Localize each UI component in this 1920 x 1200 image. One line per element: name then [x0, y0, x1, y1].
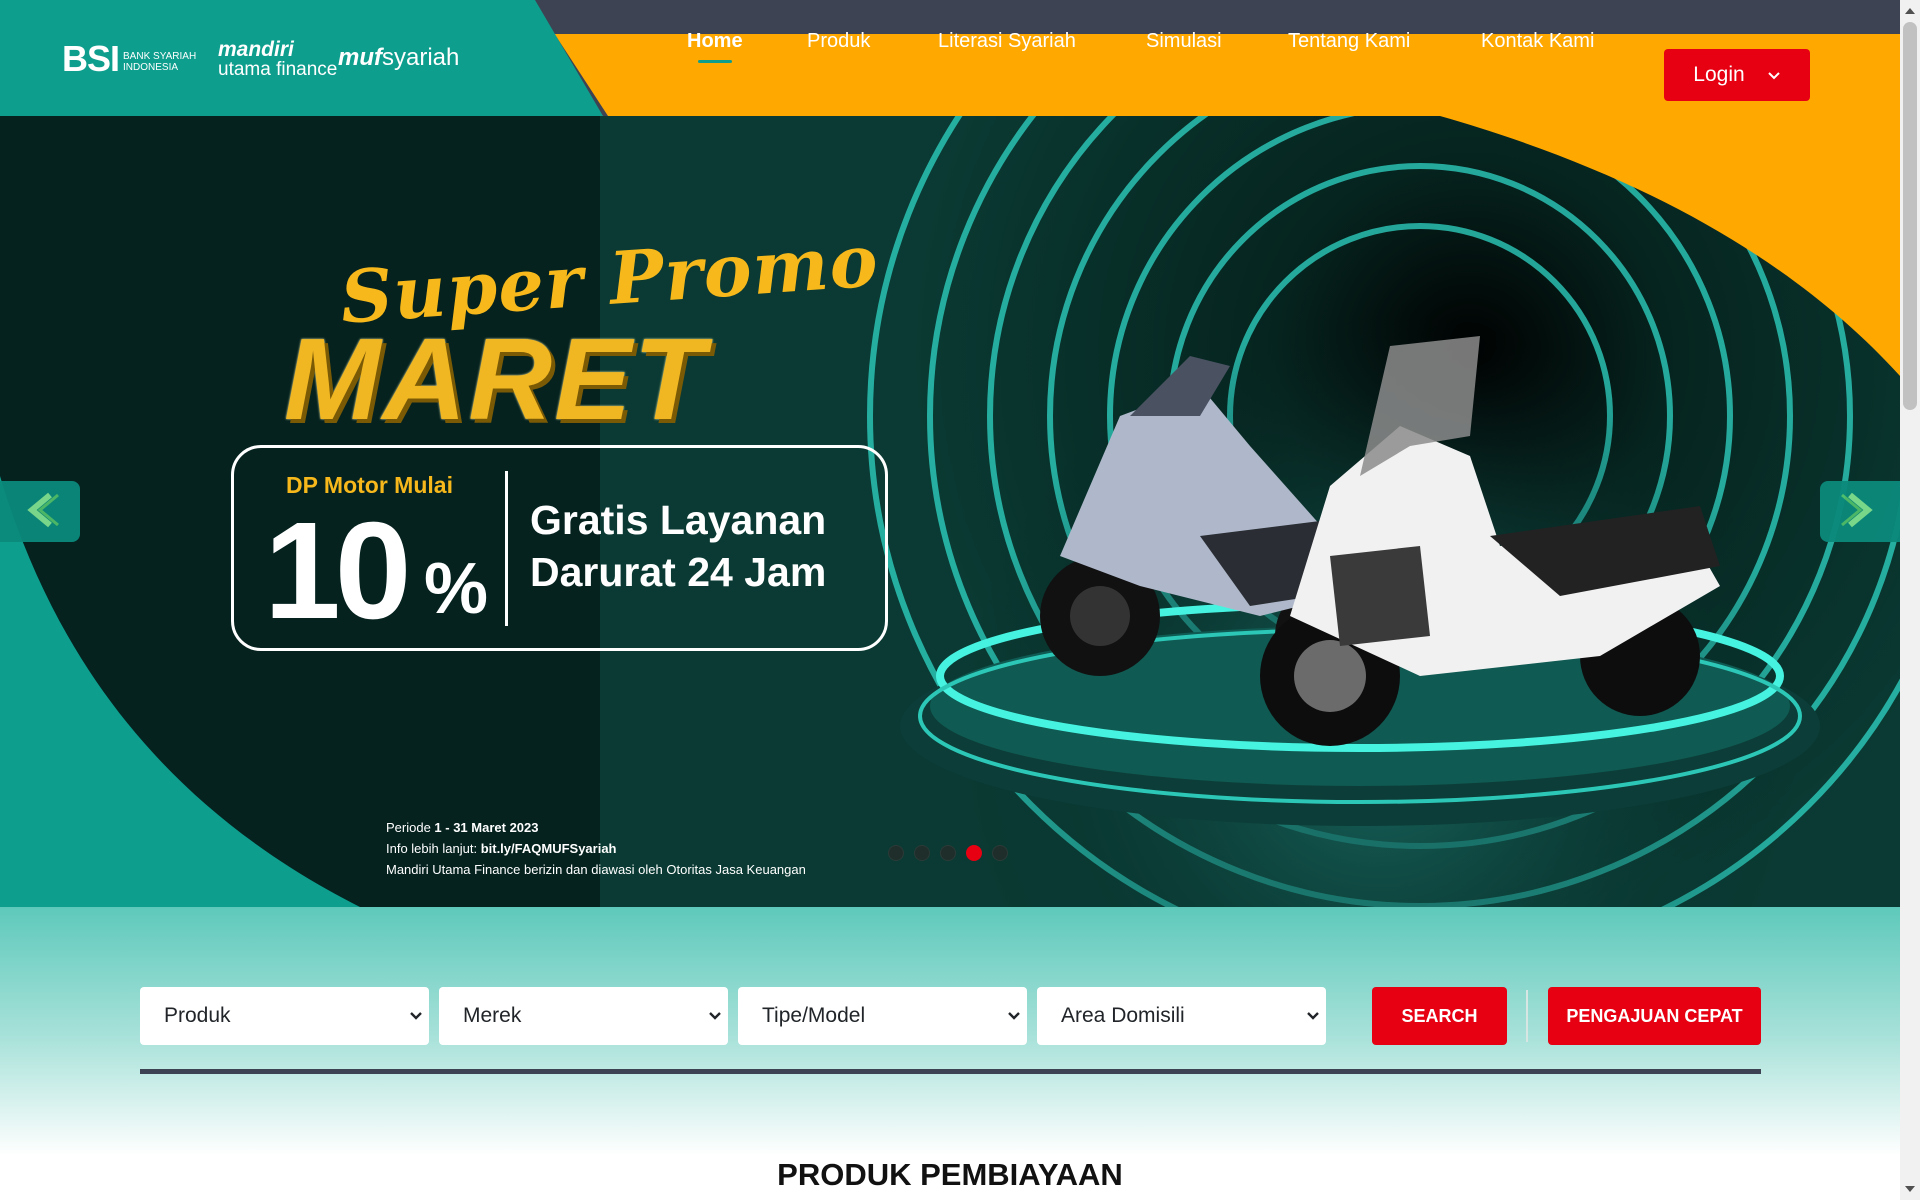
promo-title: MARET	[284, 314, 707, 444]
scrollbar-thumb[interactable]	[1903, 22, 1917, 410]
carousel-dot-4[interactable]	[966, 845, 982, 861]
mandiri-utama-finance-logo[interactable]: mandiri utama finance	[218, 39, 337, 80]
area-domisili-select[interactable]: Area Domisili	[1037, 987, 1326, 1045]
promo-info-link: bit.ly/FAQMUFSyariah	[480, 841, 617, 856]
nav-literasi-syariah[interactable]: Literasi Syariah	[938, 30, 1076, 53]
tipe-model-select[interactable]: Tipe/Model	[738, 987, 1027, 1045]
promo-divider	[505, 471, 508, 626]
section-title-produk-pembiayaan: PRODUK PEMBIAYAAN	[777, 1157, 1123, 1192]
search-button[interactable]: SEARCH	[1372, 987, 1507, 1045]
promo-period: 1 - 31 Maret 2023	[434, 820, 539, 835]
chevron-right-icon	[1840, 485, 1880, 539]
promo-disclaimer: Mandiri Utama Finance berizin dan diawas…	[386, 862, 806, 877]
nav-home[interactable]: Home	[687, 30, 743, 53]
carousel-next-button[interactable]	[1820, 481, 1900, 542]
login-label: Login	[1693, 63, 1745, 86]
merek-select[interactable]: Merek	[439, 987, 728, 1045]
promo-fine-print: Periode 1 - 31 Maret 2023 Info lebih lan…	[386, 817, 806, 880]
bsi-logo[interactable]: BSI BANK SYARIAH INDONESIA	[62, 38, 196, 80]
nav-tentang-kami[interactable]: Tentang Kami	[1288, 30, 1410, 53]
scroll-down-arrow-icon[interactable]	[1905, 1186, 1915, 1192]
chevron-down-icon	[708, 1004, 722, 1034]
dp-unit: %	[424, 549, 489, 629]
nav-kontak-kami[interactable]: Kontak Kami	[1481, 30, 1594, 53]
button-separator	[1526, 990, 1528, 1042]
login-button[interactable]: Login	[1664, 49, 1810, 101]
carousel-indicators	[888, 845, 1008, 861]
chevron-down-icon	[409, 1004, 423, 1034]
carousel-prev-button[interactable]	[0, 481, 80, 542]
page: BSI BANK SYARIAH INDONESIA mandiri utama …	[0, 0, 1920, 1200]
produk-select[interactable]: Produk	[140, 987, 429, 1045]
chevron-down-icon	[1767, 63, 1781, 87]
hero-carousel: Super Promo MARET DP Motor Mulai 10 % Gr…	[0, 116, 1900, 907]
carousel-dot-1[interactable]	[888, 845, 904, 861]
search-divider	[140, 1069, 1761, 1074]
carousel-dot-5[interactable]	[992, 845, 1008, 861]
promo-benefit-line-2: Darurat 24 Jam	[530, 549, 827, 595]
chevron-left-icon	[20, 485, 60, 539]
scroll-up-arrow-icon[interactable]	[1905, 8, 1915, 14]
dp-value: 10	[264, 494, 411, 648]
chevron-down-icon	[1306, 1004, 1320, 1034]
carousel-dot-3[interactable]	[940, 845, 956, 861]
chevron-down-icon	[1007, 1004, 1021, 1034]
promo-benefit: Gratis Layanan Darurat 24 Jam	[530, 494, 826, 598]
pengajuan-cepat-button[interactable]: PENGAJUAN CEPAT	[1548, 987, 1761, 1045]
carousel-dot-2[interactable]	[914, 845, 930, 861]
promo-benefit-line-1: Gratis Layanan	[530, 497, 827, 543]
nav-produk[interactable]: Produk	[807, 30, 870, 53]
nav-simulasi[interactable]: Simulasi	[1146, 30, 1222, 53]
page-scrollbar[interactable]	[1900, 0, 1920, 1200]
mufsyariah-logo[interactable]: mufsyariah	[338, 44, 459, 72]
